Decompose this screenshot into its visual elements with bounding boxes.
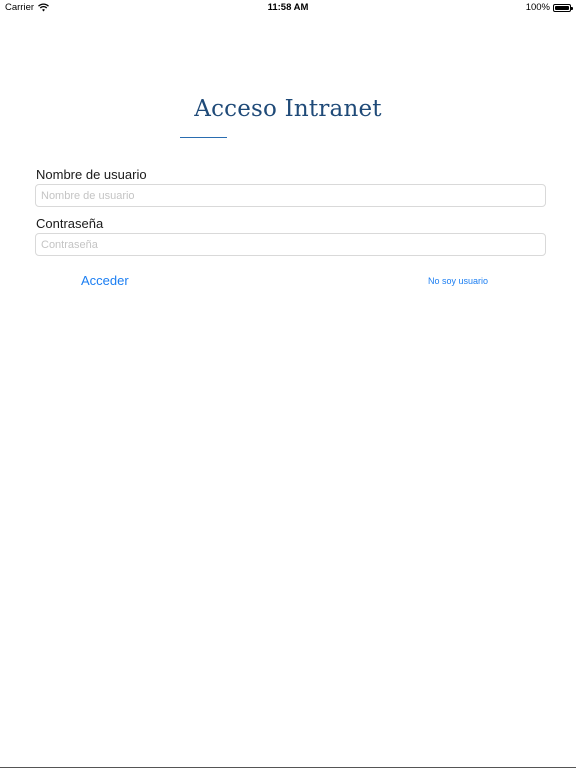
- title-underline: [180, 137, 227, 138]
- not-user-link[interactable]: No soy usuario: [428, 276, 488, 286]
- submit-button[interactable]: Acceder: [81, 273, 129, 288]
- battery-percentage: 100%: [525, 2, 550, 13]
- password-input[interactable]: [35, 233, 546, 256]
- status-bar: Carrier 11:58 AM 100%: [0, 0, 576, 16]
- battery-fill: [555, 5, 569, 10]
- page-title: Acceso Intranet: [194, 96, 382, 122]
- password-label: Contraseña: [36, 216, 104, 231]
- battery-icon: [553, 3, 573, 12]
- username-label: Nombre de usuario: [36, 167, 147, 182]
- username-input[interactable]: [35, 184, 546, 207]
- status-right: 100%: [525, 2, 573, 13]
- status-time: 11:58 AM: [267, 2, 309, 13]
